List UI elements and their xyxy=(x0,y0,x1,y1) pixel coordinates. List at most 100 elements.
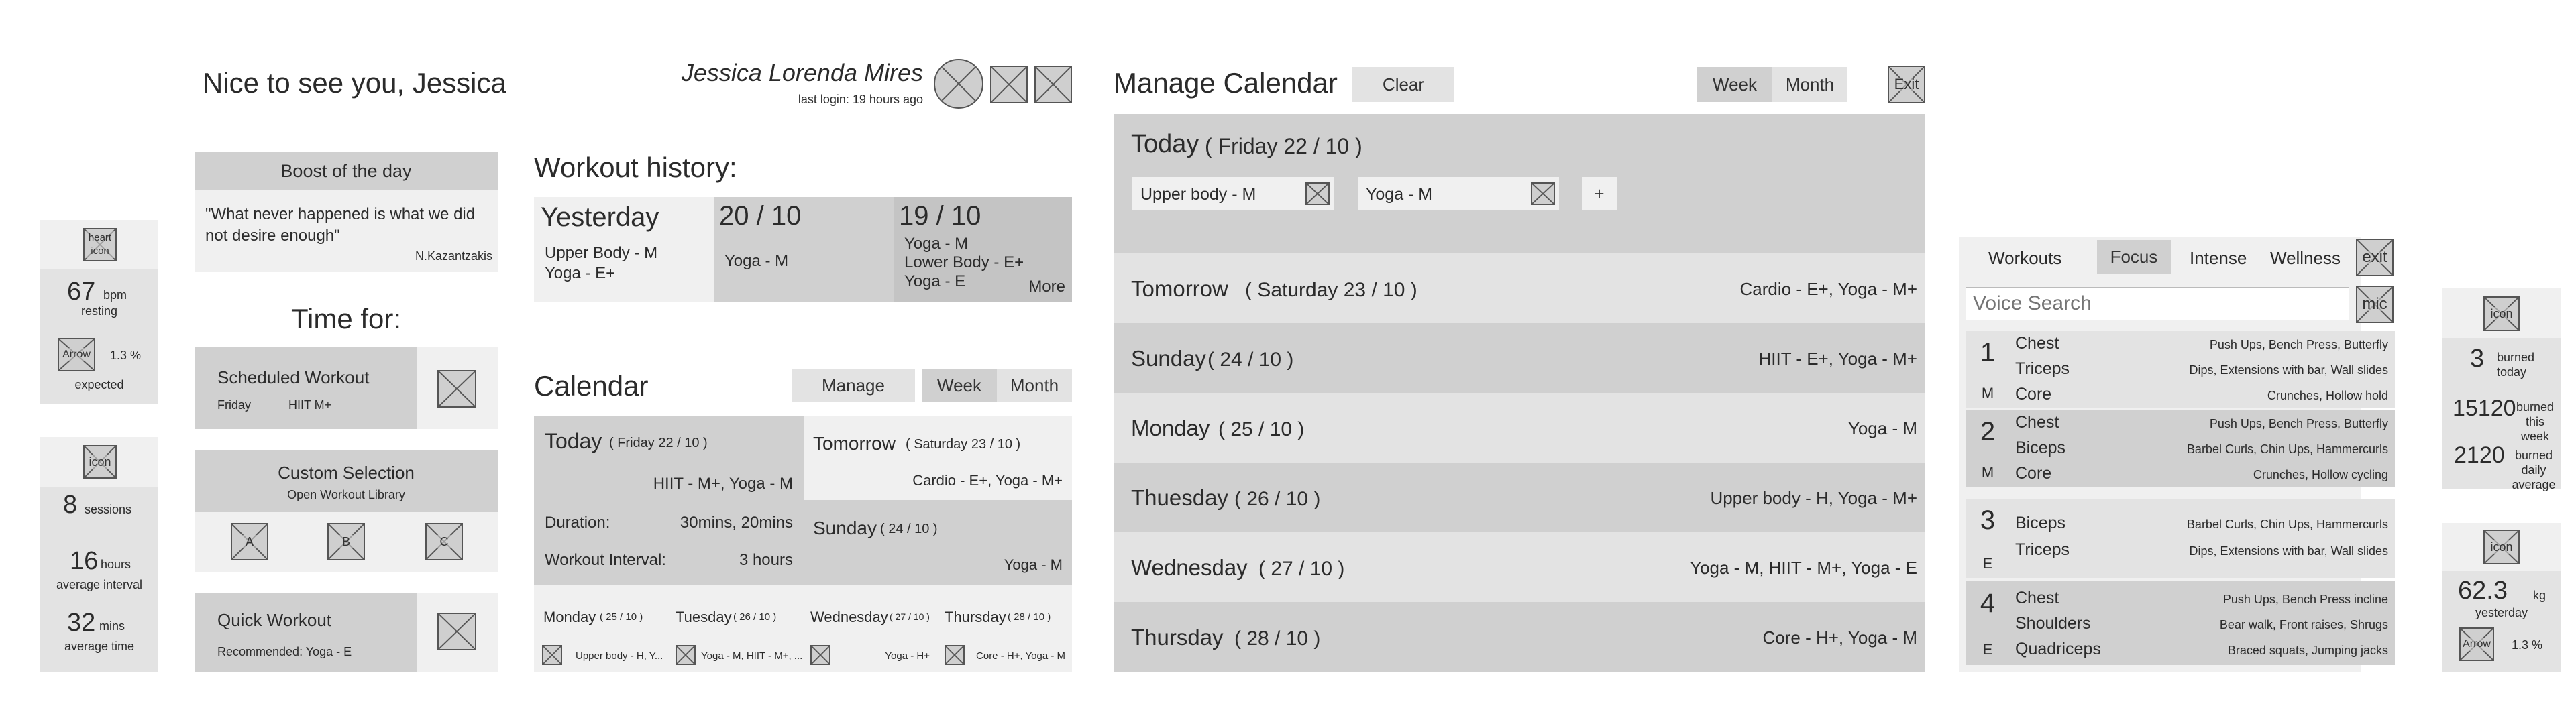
manage-title: Manage Calendar xyxy=(1114,67,1338,99)
history-col-20-10[interactable]: 20 / 10 Yoga - M xyxy=(714,197,894,302)
chip-remove-icon[interactable] xyxy=(1305,182,1330,205)
tab-week[interactable]: Week xyxy=(922,369,997,402)
plan-number-cell[interactable]: 1 M xyxy=(1966,331,2010,408)
calendar-day-tuesday[interactable]: Tuesday ( 26 / 10 ) Yoga - M, HIIT - M+,… xyxy=(669,585,804,672)
settings-icon[interactable] xyxy=(1034,66,1072,103)
manage-exit-button[interactable]: Exit xyxy=(1888,66,1925,103)
day-label: Thursday xyxy=(945,609,1006,625)
option-a-label: A xyxy=(232,535,267,548)
manage-today[interactable]: Today ( Friday 22 / 10 ) Upper body - M … xyxy=(1114,114,1925,253)
heart-rate-value: 67 xyxy=(67,278,96,306)
chip-label: Yoga - M xyxy=(1366,185,1433,204)
scheduled-image-icon xyxy=(437,370,476,408)
calendar-today[interactable]: Today ( Friday 22 / 10 ) HIIT - M+, Yoga… xyxy=(534,416,804,585)
exercise-list: Push Ups, Bench Press, Butterfly xyxy=(2209,338,2388,351)
tab-month[interactable]: Month xyxy=(997,369,1072,402)
calendar-tomorrow[interactable]: Tomorrow ( Saturday 23 / 10 ) Cardio - E… xyxy=(804,416,1072,500)
mic-icon[interactable]: mic xyxy=(2356,286,2394,323)
workout-chip[interactable]: Yoga - M xyxy=(1358,177,1559,210)
muscle-label: Core xyxy=(2015,464,2052,483)
boost-title: Boost of the day xyxy=(280,161,412,181)
calendar-day-monday[interactable]: Monday ( 25 / 10 ) Upper body - H, Y... xyxy=(534,585,669,672)
plan-number-cell[interactable]: 2 M xyxy=(1966,410,2010,487)
voice-search-input[interactable] xyxy=(1966,287,2349,320)
sessions-value: 8 xyxy=(63,491,78,519)
plan-details[interactable]: Chest Push Ups, Bench Press, Butterfly T… xyxy=(2010,331,2395,408)
day-label: Thuesday xyxy=(1131,485,1228,510)
day-workouts: Core - H+, Yoga - M xyxy=(1762,627,1918,648)
heart-icon: heart icon xyxy=(83,228,117,261)
clear-button[interactable]: Clear xyxy=(1352,67,1454,102)
day-date: ( Saturday 23 / 10 ) xyxy=(906,437,1021,452)
tab-wellness[interactable]: Wellness xyxy=(2270,248,2341,269)
manage-tab-week[interactable]: Week xyxy=(1697,67,1772,102)
exercise-list: Bear walk, Front raises, Shrugs xyxy=(2219,618,2388,631)
avatar[interactable] xyxy=(934,59,983,109)
scheduled-title: Scheduled Workout xyxy=(217,367,370,387)
manage-button[interactable]: Manage xyxy=(792,369,915,402)
muscle-label: Quadriceps xyxy=(2015,640,2101,658)
day-date: ( 27 / 10 ) xyxy=(1258,558,1345,580)
day-label: Monday xyxy=(1131,416,1210,440)
chip-remove-icon[interactable] xyxy=(1531,182,1555,205)
history-col-19-10[interactable]: 19 / 10 Yoga - M Lower Body - E+ Yoga - … xyxy=(894,197,1072,302)
option-a-icon[interactable]: A xyxy=(231,523,268,560)
arrow-icon: Arrow xyxy=(58,338,95,371)
tab-workouts[interactable]: Workouts xyxy=(1988,248,2061,269)
plan-number-cell[interactable]: 3 E xyxy=(1966,499,2010,578)
workout-chip[interactable]: Upper body - M xyxy=(1132,177,1334,210)
notifications-icon[interactable] xyxy=(990,66,1028,103)
tab-intense[interactable]: Intense xyxy=(2190,248,2247,269)
quick-image-icon xyxy=(437,613,476,650)
day-workouts: Cardio - E+, Yoga - M+ xyxy=(1739,279,1917,299)
plan-number: 2 xyxy=(1980,417,1996,446)
custom-title: Custom Selection xyxy=(278,463,415,483)
history-col-yesterday[interactable]: Yesterday Upper Body - M Yoga - E+ xyxy=(534,197,714,302)
day-label: Sunday xyxy=(1131,346,1206,371)
day-date: ( 25 / 10 ) xyxy=(1218,418,1305,440)
muscle-label: Chest xyxy=(2015,589,2059,607)
scheduled-day: Friday xyxy=(217,398,252,412)
custom-selection-card[interactable]: Custom Selection Open Workout Library xyxy=(195,450,498,512)
day-label: Thursday xyxy=(1131,625,1224,650)
scheduled-workout-card[interactable]: Scheduled Workout Friday HIIT M+ xyxy=(195,347,498,429)
tab-focus[interactable]: Focus xyxy=(2097,240,2171,274)
add-workout-button[interactable]: + xyxy=(1582,177,1617,210)
weight-arrow-icon: Arrow xyxy=(2459,627,2494,661)
manage-row[interactable]: Thuesday ( 26 / 10 ) Upper body - H, Yog… xyxy=(1114,463,1925,532)
manage-row[interactable]: Monday ( 25 / 10 ) Yoga - M xyxy=(1114,393,1925,463)
calendar-sunday[interactable]: Sunday ( 24 / 10 ) Yoga - M xyxy=(804,500,1072,585)
manage-row[interactable]: Tomorrow ( Saturday 23 / 10 ) Cardio - E… xyxy=(1114,253,1925,323)
day-label: Tomorrow xyxy=(1131,276,1228,301)
plan-details[interactable]: Chest Push Ups, Bench Press incline Shou… xyxy=(2010,581,2395,665)
quick-workout-card[interactable]: Quick Workout Recommended: Yoga - E xyxy=(195,593,498,672)
calendar-day-wednesday[interactable]: Wednesday ( 27 / 10 ) Yoga - H+ xyxy=(804,585,938,672)
calendar-day-thursday[interactable]: Thursday ( 28 / 10 ) Core - H+, Yoga - M xyxy=(938,585,1072,672)
interval-label: Workout Interval: xyxy=(545,551,666,569)
day-thumb-icon xyxy=(810,645,830,665)
plan-details[interactable]: Chest Push Ups, Bench Press, Butterfly B… xyxy=(2010,410,2395,487)
day-date: ( 26 / 10 ) xyxy=(733,611,777,623)
plan-level: E xyxy=(1982,555,1993,572)
day-date: ( 24 / 10 ) xyxy=(1208,349,1294,371)
day-workouts: Yoga - M xyxy=(1004,556,1063,573)
workouts-exit-button[interactable]: exit xyxy=(2356,239,2394,276)
option-c-icon[interactable]: C xyxy=(425,523,463,560)
plan-level: M xyxy=(1981,385,1994,402)
manage-tab-month[interactable]: Month xyxy=(1772,67,1847,102)
option-b-icon[interactable]: B xyxy=(327,523,365,560)
mins-unit: mins xyxy=(99,619,125,633)
burn-today-value: 3 xyxy=(2470,345,2485,373)
day-workouts: HIIT - E+, Yoga - M+ xyxy=(1758,349,1917,369)
day-workouts: Yoga - M, HIIT - M+, Yoga - E xyxy=(1690,558,1917,578)
plan-number-cell[interactable]: 4 E xyxy=(1966,581,2010,665)
plan-details[interactable]: Biceps Barbel Curls, Chin Ups, Hammercur… xyxy=(2010,499,2395,578)
sessions-icon: icon xyxy=(83,445,117,479)
day-thumb-icon xyxy=(676,645,696,665)
manage-row[interactable]: Sunday ( 24 / 10 ) HIIT - E+, Yoga - M+ xyxy=(1114,323,1925,393)
history-more-link[interactable]: More xyxy=(1028,278,1065,296)
duration-label: Duration: xyxy=(545,514,610,532)
manage-row[interactable]: Thursday ( 28 / 10 ) Core - H+, Yoga - M xyxy=(1114,602,1925,672)
manage-row[interactable]: Wednesday ( 27 / 10 ) Yoga - M, HIIT - M… xyxy=(1114,532,1925,602)
day-date: ( 28 / 10 ) xyxy=(1008,611,1051,623)
